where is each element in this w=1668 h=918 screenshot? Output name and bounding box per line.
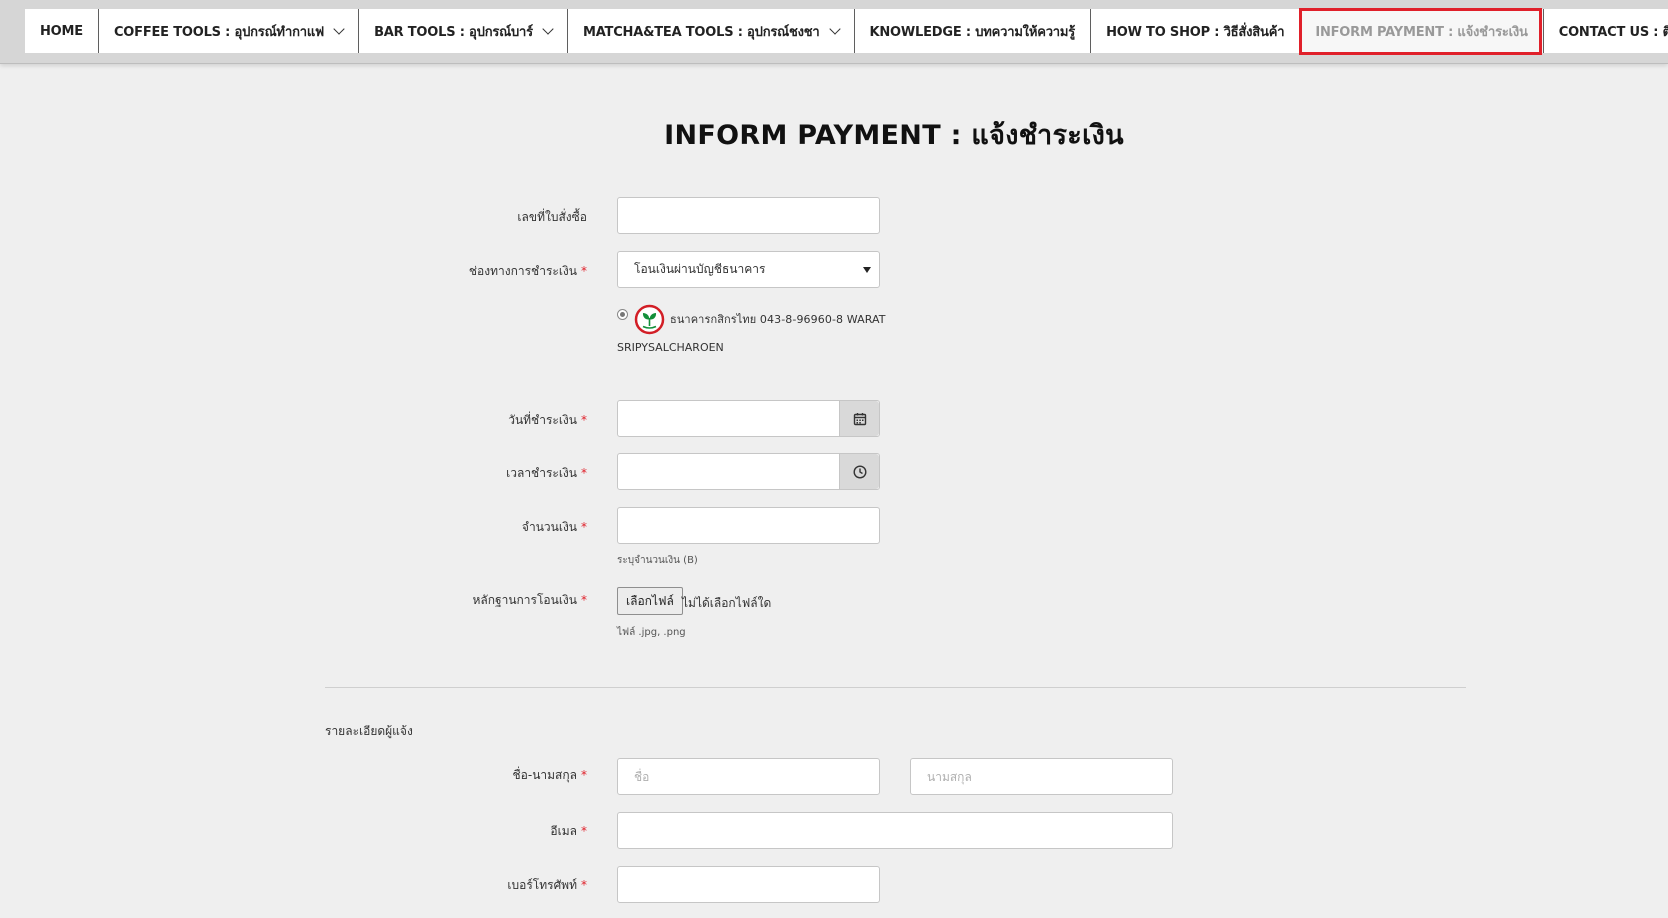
label-text: อีเมล	[550, 824, 577, 838]
required-asterisk: *	[581, 768, 587, 782]
nav-item-how-to-shop[interactable]: HOW TO SHOP : วิธีสั่งสินค้า	[1091, 9, 1301, 53]
nav-item-label: INFORM PAYMENT : แจ้งชำระเงิน	[1315, 24, 1528, 40]
nav-item-label: CONTACT US : ติดต่อเรา	[1558, 24, 1668, 40]
bank-account-name: SRIPYSALCHAROEN	[617, 341, 724, 354]
phone-label: เบอร์โทรศัพท์ *	[287, 876, 587, 895]
last-name-input[interactable]	[910, 758, 1173, 795]
label-text: วันที่ชำระเงิน	[508, 413, 577, 427]
label-text: เวลาชำระเงิน	[506, 466, 577, 480]
main-menu: HOME COFFEE TOOLS : อุปกรณ์ทำกาแฟ BAR TO…	[25, 8, 1668, 55]
payment-time-group	[617, 453, 880, 490]
required-asterisk: *	[581, 824, 587, 838]
label-text: เบอร์โทรศัพท์	[507, 878, 577, 892]
time-picker-button[interactable]	[839, 454, 879, 489]
nav-item-matcha-tea-tools[interactable]: MATCHA&TEA TOOLS : อุปกรณ์ชงชา	[568, 9, 855, 53]
amount-input[interactable]	[617, 507, 880, 544]
chevron-down-icon	[542, 22, 554, 35]
amount-label: จำนวนเงิน *	[287, 518, 587, 537]
bank-account-text: ธนาคารกสิกรไทย 043-8-96960-8 WARAT	[670, 313, 886, 326]
payment-date-input[interactable]	[617, 400, 842, 437]
required-asterisk: *	[581, 520, 587, 534]
selected-option: โอนเงินผ่านบัญชีธนาคาร	[634, 262, 766, 276]
required-asterisk: *	[581, 413, 587, 427]
order-number-input[interactable]	[617, 197, 880, 234]
date-picker-button[interactable]	[839, 401, 879, 436]
nav-item-coffee-tools[interactable]: COFFEE TOOLS : อุปกรณ์ทำกาแฟ	[99, 9, 360, 53]
bank-account-radio[interactable]	[617, 309, 628, 320]
section-title: รายละเอียดผู้แจ้ง	[325, 724, 413, 738]
nav-item-home[interactable]: HOME	[25, 9, 99, 53]
label-text: เลขที่ใบสั่งซื้อ	[517, 210, 587, 224]
nav-item-knowledge[interactable]: KNOWLEDGE : บทความให้ความรู้	[855, 9, 1092, 53]
nav-item-contact-us[interactable]: CONTACT US : ติดต่อเรา	[1544, 9, 1668, 53]
nav-item-label: HOME	[40, 23, 83, 39]
choose-file-button[interactable]: เลือกไฟล์	[617, 587, 683, 615]
file-status-text: ไม่ได้เลือกไฟล์ใด	[682, 596, 772, 610]
required-asterisk: *	[581, 466, 587, 480]
required-asterisk: *	[581, 593, 587, 607]
label-text: หลักฐานการโอนเงิน	[472, 593, 577, 607]
file-type-hint: ไฟล์ .jpg, .png	[617, 627, 686, 638]
first-name-input[interactable]	[617, 758, 880, 795]
nav-item-label: COFFEE TOOLS : อุปกรณ์ทำกาแฟ	[113, 24, 325, 40]
fullname-label: ชื่อ-นามสกุล *	[287, 766, 587, 785]
nav-item-label: BAR TOOLS : อุปกรณ์บาร์	[374, 24, 533, 40]
calendar-icon	[853, 412, 866, 425]
payment-channel-select[interactable]: โอนเงินผ่านบัญชีธนาคาร	[617, 251, 880, 288]
order-number-label: เลขที่ใบสั่งซื้อ	[287, 208, 587, 227]
nav-item-label: KNOWLEDGE : บทความให้ความรู้	[869, 24, 1076, 40]
payment-date-label: วันที่ชำระเงิน *	[287, 411, 587, 430]
dropdown-arrow-icon	[863, 266, 871, 273]
section-divider	[325, 687, 1466, 688]
nav-item-label: MATCHA&TEA TOOLS : อุปกรณ์ชงชา	[582, 24, 820, 40]
nav-item-bar-tools[interactable]: BAR TOOLS : อุปกรณ์บาร์	[359, 9, 568, 53]
chevron-down-icon	[333, 22, 345, 35]
kasikorn-bank-logo-icon	[634, 304, 665, 335]
payment-time-label: เวลาชำระเงิน *	[287, 464, 587, 483]
email-input[interactable]	[617, 812, 1173, 849]
payment-date-group	[617, 400, 880, 437]
required-asterisk: *	[581, 878, 587, 892]
amount-hint: ระบุจำนวนเงิน (B)	[617, 555, 698, 566]
nav-item-label: HOW TO SHOP : วิธีสั่งสินค้า	[1106, 24, 1285, 40]
required-asterisk: *	[581, 264, 587, 278]
page-title: INFORM PAYMENT : แจ้งชำระเงิน	[664, 120, 1124, 151]
email-label: อีเมล *	[287, 822, 587, 841]
label-text: ช่องทางการชำระเงิน	[468, 264, 577, 278]
clock-icon	[852, 464, 867, 479]
payment-channel-label: ช่องทางการชำระเงิน *	[287, 262, 587, 281]
transfer-proof-label: หลักฐานการโอนเงิน *	[287, 591, 587, 610]
payment-time-input[interactable]	[617, 453, 842, 490]
label-text: ชื่อ-นามสกุล	[512, 768, 577, 782]
label-text: จำนวนเงิน	[521, 520, 577, 534]
phone-input[interactable]	[617, 866, 880, 903]
nav-item-inform-payment[interactable]: INFORM PAYMENT : แจ้งชำระเงิน	[1299, 8, 1544, 55]
top-navigation-bar: HOME COFFEE TOOLS : อุปกรณ์ทำกาแฟ BAR TO…	[0, 0, 1668, 64]
chevron-down-icon	[828, 22, 841, 35]
